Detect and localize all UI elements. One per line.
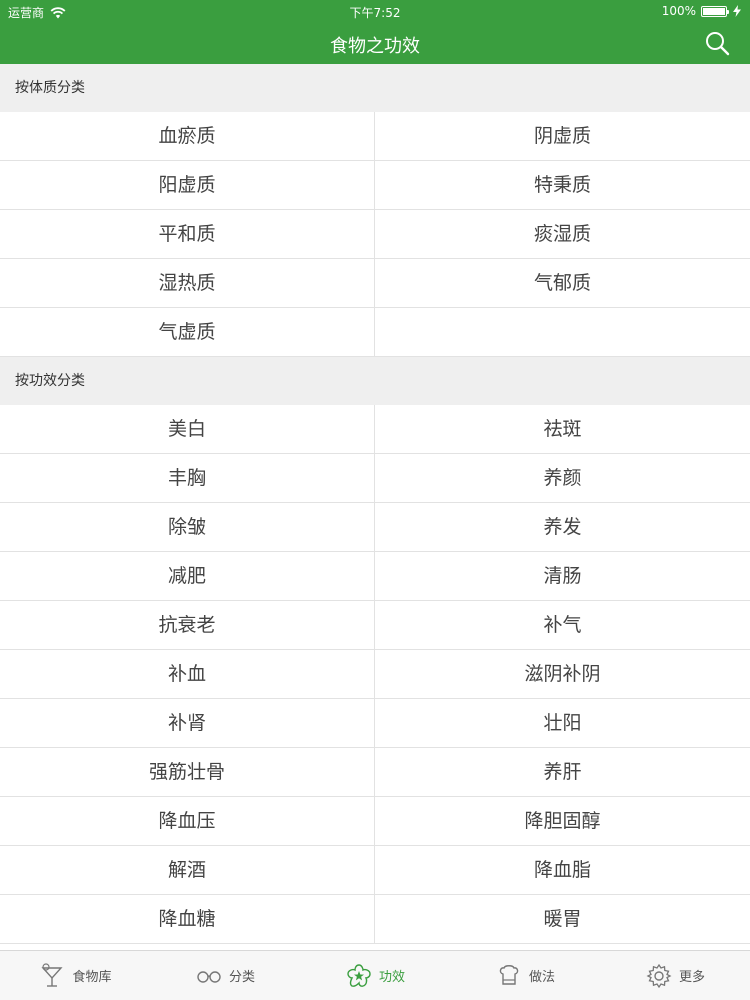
- category-item[interactable]: 血瘀质: [0, 112, 375, 161]
- category-item[interactable]: 暖胃: [375, 895, 750, 944]
- tab-label: 更多: [678, 970, 705, 985]
- category-item[interactable]: 阳虚质: [0, 161, 375, 210]
- category-item[interactable]: 强筋壮骨: [0, 748, 375, 797]
- gear-icon: [646, 963, 672, 988]
- category-item[interactable]: 壮阳: [375, 699, 750, 748]
- tab-label: 做法: [528, 970, 555, 985]
- chef-hat-icon: [499, 964, 519, 985]
- category-item[interactable]: 养肝: [375, 748, 750, 797]
- tab-food-library[interactable]: 食物库: [0, 951, 150, 1000]
- tab-effect[interactable]: 功效: [300, 951, 450, 1000]
- category-item[interactable]: 美白: [0, 405, 375, 454]
- category-item[interactable]: 补气: [375, 601, 750, 650]
- tab-category[interactable]: 分类: [150, 951, 300, 1000]
- battery-icon: [701, 5, 729, 17]
- category-item[interactable]: 平和质: [0, 210, 375, 259]
- charging-bolt-icon: [733, 5, 741, 17]
- category-item[interactable]: 降血压: [0, 797, 375, 846]
- glasses-icon: [197, 970, 221, 983]
- category-item[interactable]: 解酒: [0, 846, 375, 895]
- category-item[interactable]: 痰湿质: [375, 210, 750, 259]
- effect-grid: 美白 祛斑 丰胸 养颜 除皱 养发 减肥 清肠 抗衰老 补气 补血 滋阴补阴 补肾 壮阳 强筋壮骨 养肝 降血压…: [0, 405, 750, 944]
- nav-bar: 食物之功效: [0, 22, 750, 64]
- page-title: 食物之功效: [330, 36, 420, 57]
- category-item[interactable]: 阴虚质: [375, 112, 750, 161]
- category-item[interactable]: 补肾: [0, 699, 375, 748]
- cocktail-glass-icon: [41, 962, 64, 987]
- category-item[interactable]: 祛斑: [375, 405, 750, 454]
- category-item[interactable]: 抗衰老: [0, 601, 375, 650]
- tab-bar: 食物库 分类 功效 做法 更多: [0, 950, 750, 1000]
- tab-recipes[interactable]: 做法: [450, 951, 600, 1000]
- tab-more[interactable]: 更多: [600, 951, 750, 1000]
- category-item[interactable]: 养发: [375, 503, 750, 552]
- section-header-effect: 按功效分类: [0, 357, 750, 405]
- category-item[interactable]: 降胆固醇: [375, 797, 750, 846]
- category-item[interactable]: 降血脂: [375, 846, 750, 895]
- category-item[interactable]: 丰胸: [0, 454, 375, 503]
- category-item[interactable]: 气虚质: [0, 308, 375, 357]
- category-item[interactable]: 除皱: [0, 503, 375, 552]
- tab-label: 分类: [228, 970, 255, 985]
- battery-fill: [703, 7, 725, 15]
- category-item[interactable]: 特秉质: [375, 161, 750, 210]
- category-item[interactable]: 降血糖: [0, 895, 375, 944]
- star-flower-icon: [347, 963, 371, 987]
- status-time: 下午7:52: [349, 6, 401, 20]
- status-bar: 运营商 下午7:52 100%: [0, 0, 750, 22]
- category-item[interactable]: 补血: [0, 650, 375, 699]
- category-item[interactable]: 湿热质: [0, 259, 375, 308]
- battery-percent: 100%: [661, 4, 696, 18]
- search-icon[interactable]: [704, 30, 730, 56]
- section-header-constitution: 按体质分类: [0, 64, 750, 112]
- category-item[interactable]: 气郁质: [375, 259, 750, 308]
- category-item[interactable]: 清肠: [375, 552, 750, 601]
- empty-cell: [375, 308, 750, 357]
- category-item[interactable]: 滋阴补阴: [375, 650, 750, 699]
- tab-label: 食物库: [72, 970, 112, 985]
- tab-label: 功效: [378, 970, 405, 985]
- category-item[interactable]: 减肥: [0, 552, 375, 601]
- constitution-grid: 血瘀质 阴虚质 阳虚质 特秉质 平和质 痰湿质 湿热质 气郁质 气虚质: [0, 112, 750, 357]
- category-list: 按体质分类 血瘀质 阴虚质 阳虚质 特秉质 平和质 痰湿质 湿热质 气郁质 气虚质 按功效分类 …: [0, 64, 750, 950]
- category-item[interactable]: 养颜: [375, 454, 750, 503]
